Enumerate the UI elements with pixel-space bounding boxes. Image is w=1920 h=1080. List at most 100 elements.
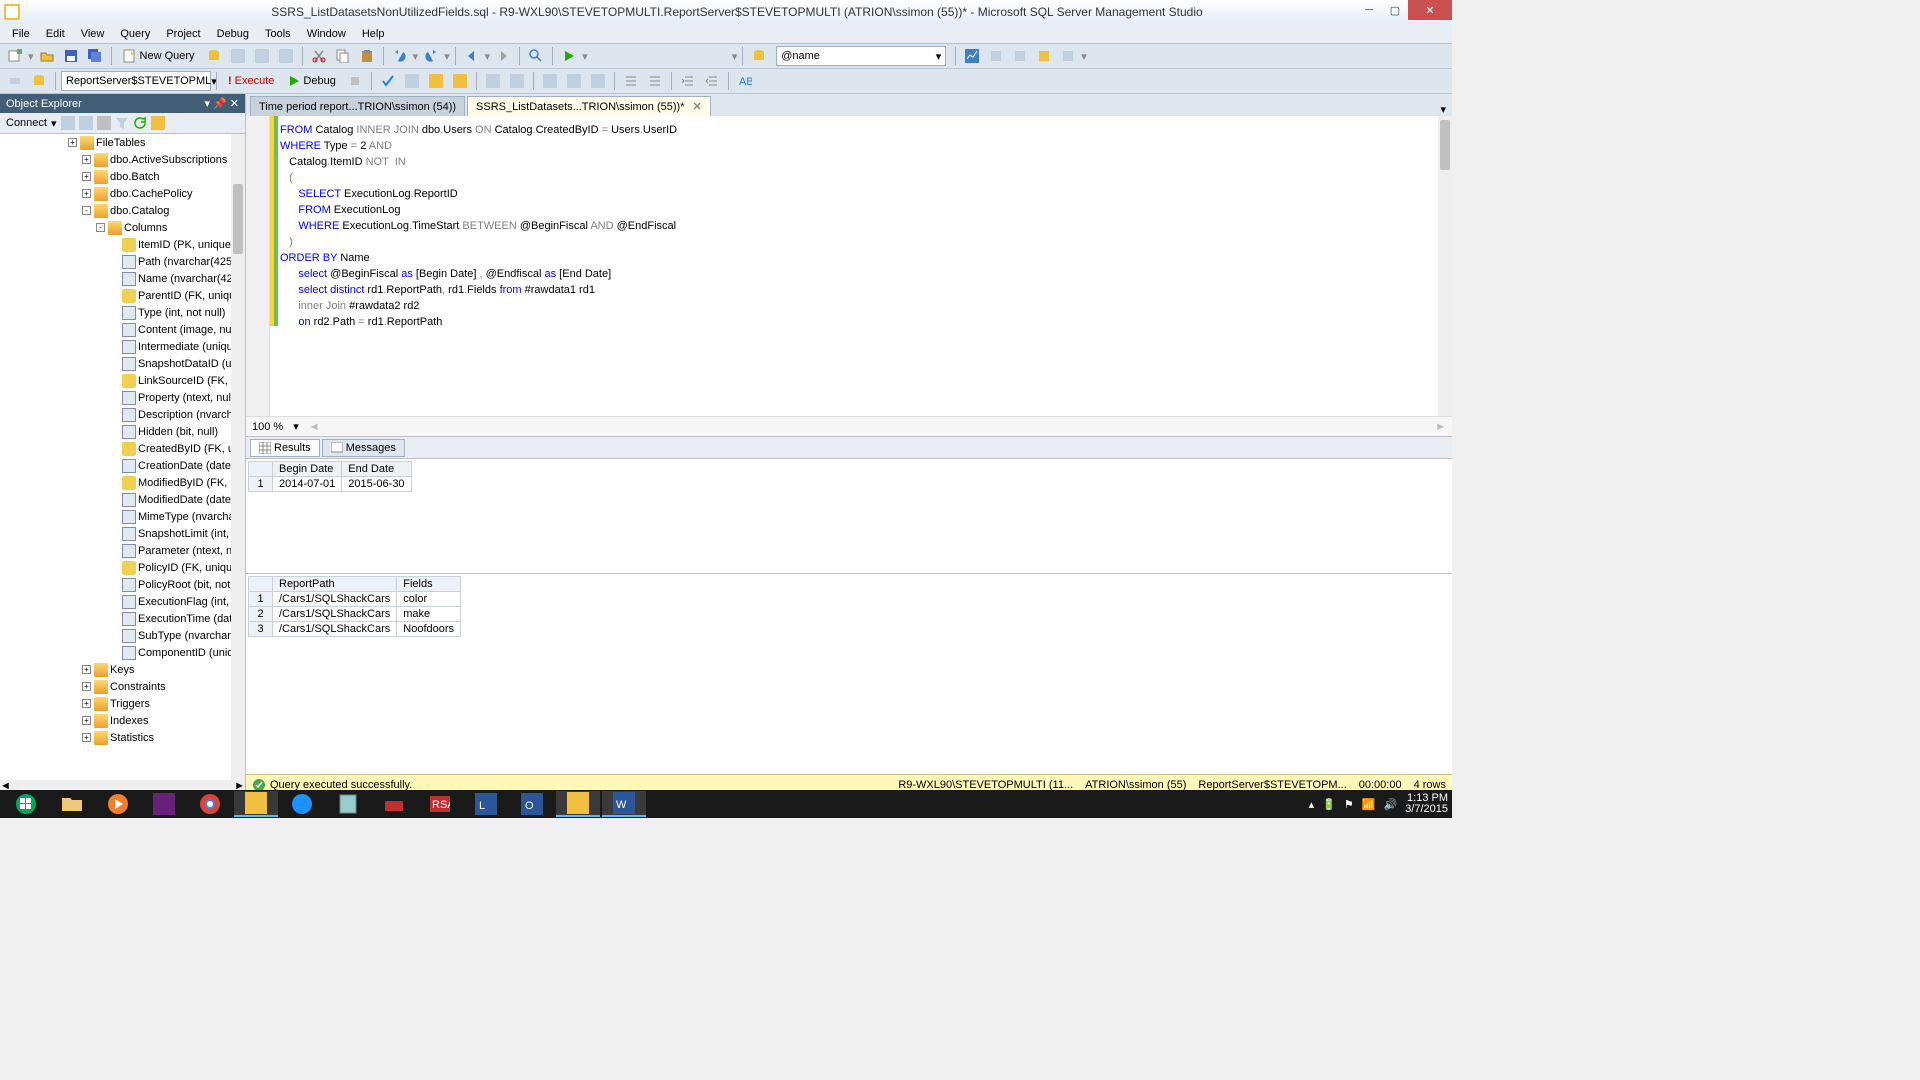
col-header[interactable]: ReportPath — [273, 577, 397, 592]
word-app[interactable]: W — [602, 791, 646, 817]
cell[interactable]: Noofdoors — [397, 622, 461, 637]
menu-project[interactable]: Project — [158, 28, 208, 40]
menu-debug[interactable]: Debug — [209, 28, 257, 40]
notepad-app[interactable] — [326, 791, 370, 817]
results-pane-2[interactable]: ReportPathFields1/Cars1/SQLShackCarscolo… — [246, 573, 1452, 774]
tree-node[interactable]: Content (image, null — [0, 321, 245, 338]
cancel-query-button[interactable] — [344, 70, 366, 92]
results-tab[interactable]: Results — [250, 439, 320, 457]
media-player-app[interactable] — [96, 791, 140, 817]
tree-node[interactable]: ParentID (FK, unique — [0, 287, 245, 304]
close-button[interactable]: ✕ — [1408, 0, 1452, 20]
nav-fwd-button[interactable] — [492, 45, 514, 67]
tree-node[interactable]: Hidden (bit, null) — [0, 423, 245, 440]
indent-button[interactable] — [677, 70, 699, 92]
cell[interactable]: 1 — [249, 477, 273, 492]
col-header[interactable]: Fields — [397, 577, 461, 592]
xmla-query-button[interactable] — [275, 45, 297, 67]
include-plan-button[interactable] — [482, 70, 504, 92]
ssms-app-1[interactable] — [234, 791, 278, 817]
new-query-button[interactable]: New Query — [117, 45, 201, 67]
tree-node[interactable]: SnapshotLimit (int, n — [0, 525, 245, 542]
menu-edit[interactable]: Edit — [38, 28, 73, 40]
tree-node[interactable]: PolicyID (FK, uniquei — [0, 559, 245, 576]
expand-toggle[interactable]: + — [82, 172, 91, 181]
tree-node[interactable]: ExecutionTime (date — [0, 610, 245, 627]
change-connection-button[interactable] — [28, 70, 50, 92]
db-engine-query-button[interactable] — [203, 45, 225, 67]
outdent-button[interactable] — [701, 70, 723, 92]
rsa-app[interactable]: RSA — [418, 791, 462, 817]
tree-node[interactable]: +Statistics — [0, 729, 245, 746]
include-stats-button[interactable] — [506, 70, 528, 92]
intellisense-button[interactable] — [449, 70, 471, 92]
chrome-app[interactable] — [188, 791, 232, 817]
connect-button[interactable] — [4, 70, 26, 92]
open-button[interactable] — [36, 45, 58, 67]
toolbox-app[interactable] — [372, 791, 416, 817]
battery-icon[interactable]: 🔋 — [1322, 798, 1336, 811]
tree-node[interactable]: +dbo.ActiveSubscriptions — [0, 151, 245, 168]
tree-node[interactable]: LinkSourceID (FK, un — [0, 372, 245, 389]
tree-node[interactable]: Name (nvarchar(425 — [0, 270, 245, 287]
tree-node[interactable]: PolicyRoot (bit, not r — [0, 576, 245, 593]
close-tab-icon[interactable]: ✕ — [688, 100, 701, 113]
specify-values-button[interactable]: AB — [734, 70, 756, 92]
properties-button[interactable] — [1057, 45, 1079, 67]
results-text-button[interactable] — [539, 70, 561, 92]
tree-node[interactable]: +Triggers — [0, 695, 245, 712]
minimize-button[interactable]: ─ — [1356, 0, 1382, 20]
query-options-button[interactable] — [425, 70, 447, 92]
expand-toggle[interactable]: + — [82, 716, 91, 725]
tree-node[interactable]: -dbo.Catalog — [0, 202, 245, 219]
results-pane-1[interactable]: Begin DateEnd Date12014-07-012015-06-30 — [246, 458, 1452, 573]
execute-button[interactable]: ! Execute — [222, 75, 280, 87]
cell[interactable]: 1 — [249, 592, 273, 607]
debug-button[interactable]: Debug — [282, 75, 341, 87]
tree-node[interactable]: Type (int, not null) — [0, 304, 245, 321]
tree-node[interactable]: Description (nvarcha — [0, 406, 245, 423]
results-grid-button[interactable] — [563, 70, 585, 92]
cell[interactable]: 2015-06-30 — [342, 477, 411, 492]
close-panel-icon[interactable]: ✕ — [230, 97, 239, 110]
cell[interactable]: /Cars1/SQLShackCars — [273, 592, 397, 607]
cell[interactable]: 2 — [249, 607, 273, 622]
tree-node[interactable]: +Keys — [0, 661, 245, 678]
col-header[interactable] — [249, 462, 273, 477]
tree-node[interactable]: Path (nvarchar(425), — [0, 253, 245, 270]
tree-node[interactable]: CreationDate (dateti — [0, 457, 245, 474]
filter-icon[interactable] — [115, 116, 129, 130]
tree-node[interactable]: +FileTables — [0, 134, 245, 151]
tab-ssrs-list[interactable]: SSRS_ListDatasets...TRION\ssimon (55))*✕ — [467, 96, 711, 116]
expand-toggle[interactable]: + — [82, 155, 91, 164]
connect-icon[interactable] — [61, 116, 75, 130]
outlook-app[interactable]: O — [510, 791, 554, 817]
tab-time-period[interactable]: Time period report...TRION\ssimon (54)) — [250, 96, 465, 116]
parse-button[interactable] — [377, 70, 399, 92]
uncomment-button[interactable] — [644, 70, 666, 92]
stop-icon[interactable] — [97, 116, 111, 130]
tree-node[interactable]: SubType (nvarchar(1 — [0, 627, 245, 644]
copy-button[interactable] — [332, 45, 354, 67]
sql-editor[interactable]: FROM Catalog INNER JOIN dbo.Users ON Cat… — [246, 116, 1452, 416]
menu-view[interactable]: View — [73, 28, 113, 40]
tree-node[interactable]: Intermediate (unique — [0, 338, 245, 355]
col-header[interactable]: Begin Date — [273, 462, 342, 477]
tree-node[interactable]: -Columns — [0, 219, 245, 236]
script-icon[interactable] — [151, 116, 165, 130]
refresh-icon[interactable] — [133, 116, 147, 130]
tree-node[interactable]: ExecutionFlag (int, n — [0, 593, 245, 610]
tree-node[interactable]: CreatedByID (FK, uni — [0, 440, 245, 457]
tree-node[interactable]: SnapshotDataID (un — [0, 355, 245, 372]
estimated-plan-button[interactable] — [401, 70, 423, 92]
cell[interactable]: /Cars1/SQLShackCars — [273, 622, 397, 637]
menu-help[interactable]: Help — [354, 28, 393, 40]
zoom-select[interactable]: 100 % — [252, 421, 283, 433]
disconnect-icon[interactable] — [79, 116, 93, 130]
messages-tab[interactable]: Messages — [322, 439, 405, 457]
expand-toggle[interactable]: + — [82, 733, 91, 742]
cell[interactable]: /Cars1/SQLShackCars — [273, 607, 397, 622]
tree-node[interactable]: ItemID (PK, uniqueid — [0, 236, 245, 253]
cell[interactable]: 2014-07-01 — [273, 477, 342, 492]
tree-node[interactable]: MimeType (nvarchar — [0, 508, 245, 525]
